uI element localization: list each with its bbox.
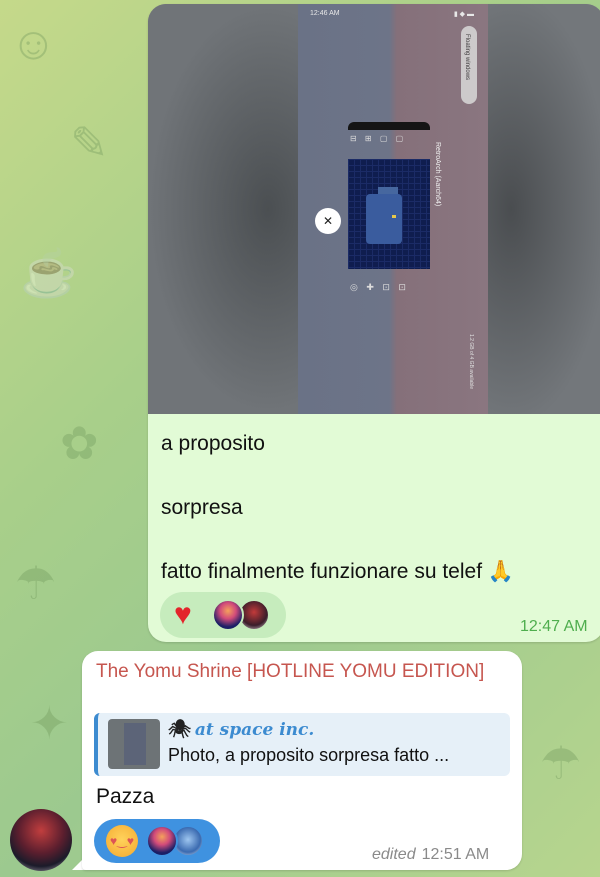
floating-windows-pill: Floating windows	[461, 26, 477, 104]
message-meta: edited 12:51 AM	[372, 846, 489, 864]
storage-text: 1.2 GB of 4 GB available	[468, 334, 474, 390]
reply-preview[interactable]: 🕷 at space inc. Photo, a proposito sorpre…	[94, 713, 510, 776]
reactor-avatar	[146, 825, 178, 857]
caption-line: sorpresa	[161, 496, 243, 519]
heart-icon: ♥	[174, 598, 192, 631]
phone-status-time: 12:46 AM	[310, 10, 340, 17]
photo-blur-left	[148, 4, 298, 414]
game-sprite	[366, 194, 402, 244]
reply-author: 🕷 at space inc.	[168, 719, 314, 740]
reply-author-name: at space inc.	[194, 720, 315, 740]
spider-icon: 🕷	[168, 719, 191, 740]
smiling-face-with-hearts-icon: ♥‿♥	[106, 825, 138, 857]
caption-line: fatto finalmente funzionare su telef 🙏	[161, 560, 515, 583]
background-doodle: ✿	[60, 417, 99, 469]
floating-windows-label: Floating windows	[464, 34, 470, 81]
background-doodle: ✎	[70, 117, 109, 169]
edited-label: edited	[372, 846, 416, 863]
message-caption: a proposito sorpresa fatto finalmente fu…	[161, 428, 591, 588]
game-window-bar	[348, 122, 430, 130]
background-doodle: ✦	[30, 697, 69, 749]
phone-status-icons: ▮ ◆ ▬	[453, 11, 474, 18]
caption-line: a proposito	[161, 432, 265, 455]
reply-thumbnail	[108, 719, 160, 769]
app-title: RetroArch (Aarch64)	[434, 142, 441, 207]
reaction-pill[interactable]: ♥‿♥	[94, 819, 220, 863]
photo-blur-right	[488, 4, 600, 414]
game-player	[392, 215, 396, 218]
game-screen	[348, 159, 430, 269]
outgoing-message[interactable]: 12:46 AM ▮ ◆ ▬ Floating windows ⊟ ⊞ ▢ ▢ …	[148, 4, 600, 642]
sender-name[interactable]: The Yomu Shrine [HOTLINE YOMU EDITION]	[96, 659, 496, 685]
reactor-avatar	[212, 599, 244, 631]
reply-text: Photo, a proposito sorpresa fatto ...	[168, 745, 450, 765]
message-time: 12:47 AM	[520, 618, 588, 635]
photo-attachment[interactable]: 12:46 AM ▮ ◆ ▬ Floating windows ⊟ ⊞ ▢ ▢ …	[148, 4, 600, 414]
close-icon[interactable]: ✕	[315, 208, 341, 234]
background-doodle: ☕	[20, 247, 78, 299]
game-controls-bottom: ◎ ✚ ⊡ ⊡	[350, 282, 409, 292]
game-controls-top: ⊟ ⊞ ▢ ▢	[350, 134, 407, 143]
background-doodle: ☂	[15, 557, 57, 609]
message-time: 12:51 AM	[421, 846, 490, 863]
incoming-message[interactable]: The Yomu Shrine [HOTLINE YOMU EDITION] 🕷…	[82, 651, 522, 870]
sender-avatar[interactable]	[10, 809, 72, 871]
reaction-pill[interactable]: ♥	[160, 592, 286, 638]
message-text: Pazza	[96, 785, 155, 808]
background-doodle: ☂	[540, 737, 582, 789]
background-doodle: ☺	[10, 17, 57, 69]
